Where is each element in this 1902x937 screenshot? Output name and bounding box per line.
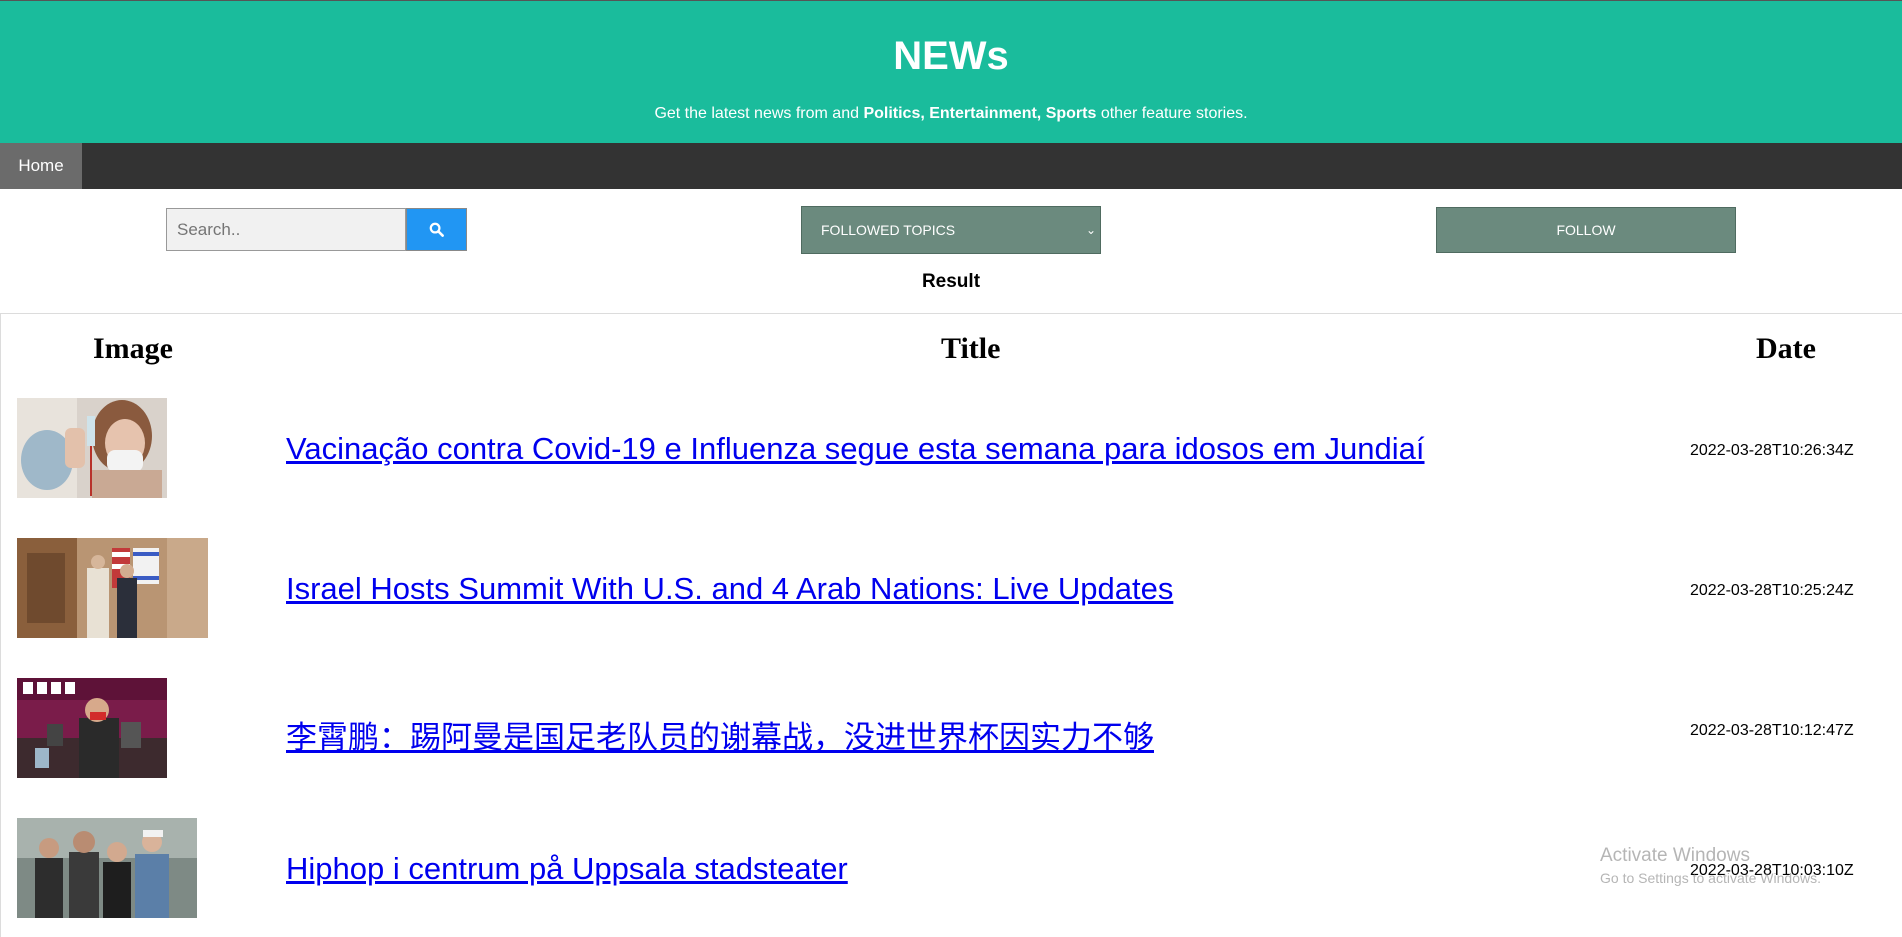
- hiphop-group-photo: [17, 818, 197, 918]
- top-navbar: Home: [0, 143, 1902, 189]
- tagline-prefix: Get the latest news from and: [654, 105, 864, 122]
- news-title-link[interactable]: 李霄鹏：踢阿曼是国足老队员的谢幕战，没进世界杯因实力不够: [286, 712, 1154, 757]
- followed-topics-value: FOLLOWED TOPICS: [821, 222, 956, 238]
- site-title: NEWs: [893, 34, 1009, 78]
- news-thumbnail[interactable]: [17, 398, 167, 498]
- news-title-link[interactable]: Hiphop i centrum på Uppsala stadsteater: [286, 851, 848, 887]
- tagline-suffix: other feature stories.: [1096, 105, 1248, 122]
- column-header-image: Image: [93, 332, 173, 365]
- nav-home-link[interactable]: Home: [0, 143, 82, 189]
- search-icon: [429, 222, 444, 237]
- news-date: 2022-03-28T10:12:47Z: [1690, 722, 1854, 739]
- news-title-link[interactable]: Vacinação contra Covid-19 e Influenza se…: [286, 431, 1425, 467]
- israel-summit-photo: [17, 538, 208, 638]
- search-button[interactable]: [406, 208, 467, 251]
- tagline-categories: Politics, Entertainment, Sports: [863, 105, 1097, 122]
- result-heading: Result: [921, 271, 981, 292]
- column-header-date: Date: [1756, 332, 1816, 365]
- site-header: NEWs Get the latest news from and Politi…: [0, 0, 1902, 143]
- followed-topics-select[interactable]: FOLLOWED TOPICS ⌄: [801, 206, 1101, 254]
- news-date: 2022-03-28T10:03:10Z: [1690, 862, 1854, 879]
- news-thumbnail[interactable]: [17, 678, 167, 778]
- column-header-title: Title: [941, 332, 1001, 365]
- covid-vaccination-photo: [17, 398, 167, 498]
- search-form: [166, 208, 467, 251]
- follow-button[interactable]: FOLLOW: [1436, 207, 1736, 253]
- press-conference-photo: [17, 678, 167, 778]
- news-thumbnail[interactable]: [17, 818, 197, 918]
- site-tagline: Get the latest news from and Politics, E…: [0, 105, 1902, 123]
- news-title-link[interactable]: Israel Hosts Summit With U.S. and 4 Arab…: [286, 571, 1173, 607]
- chevron-down-icon: ⌄: [1085, 223, 1096, 237]
- news-date: 2022-03-28T10:25:24Z: [1690, 582, 1854, 599]
- news-thumbnail[interactable]: [17, 538, 208, 638]
- results-table: [0, 313, 1902, 937]
- news-date: 2022-03-28T10:26:34Z: [1690, 442, 1854, 459]
- search-input[interactable]: [166, 208, 406, 251]
